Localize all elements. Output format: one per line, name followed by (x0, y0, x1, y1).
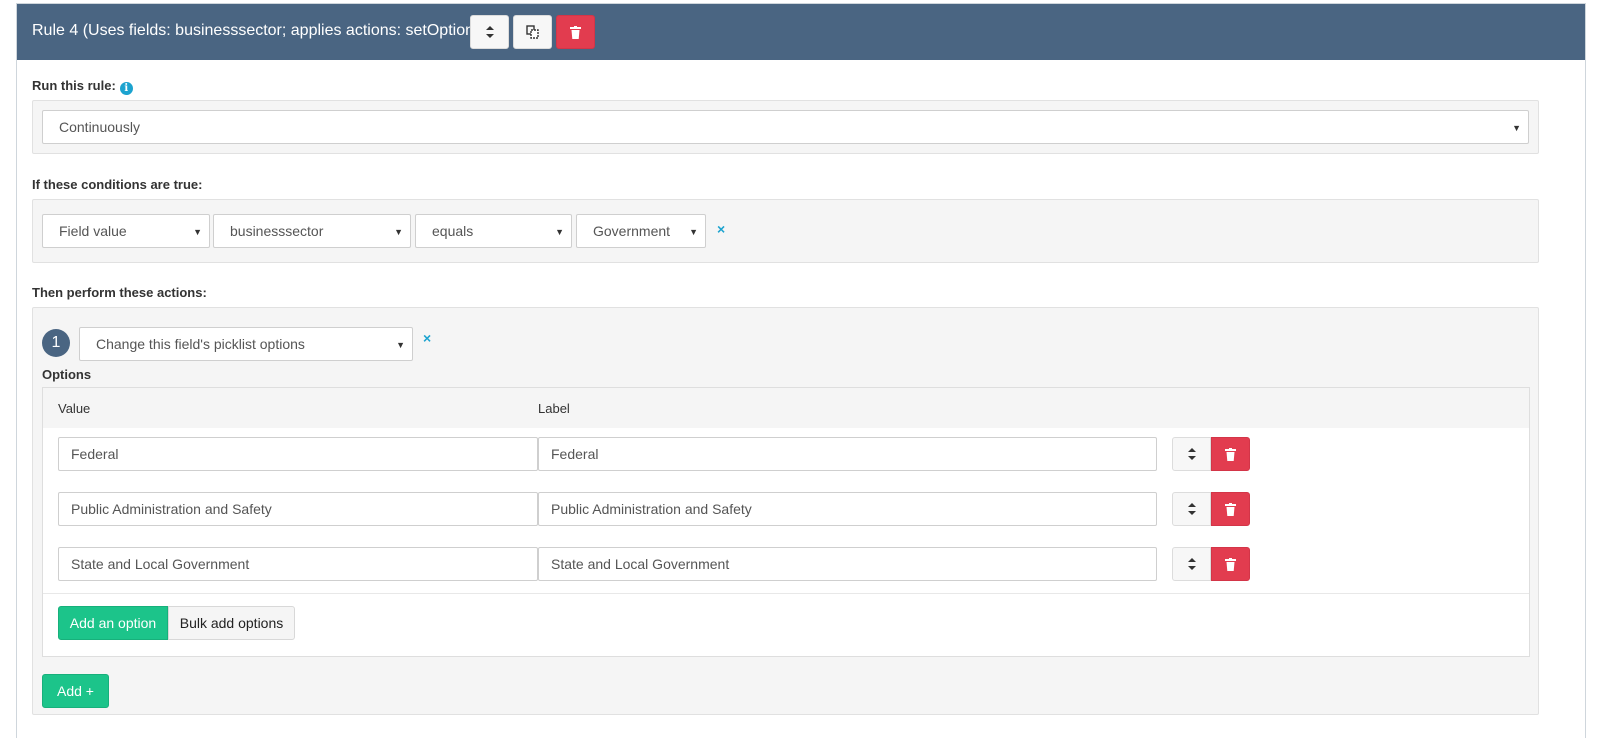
delete-option-button[interactable] (1211, 437, 1250, 471)
sort-icon (485, 26, 494, 38)
duplicate-rule-button[interactable] (513, 15, 552, 49)
trash-icon (1225, 502, 1236, 516)
options-table-header: Value Label (43, 388, 1529, 428)
reorder-option-button[interactable] (1172, 547, 1211, 581)
option-value-input[interactable]: State and Local Government (58, 547, 538, 581)
option-value-input[interactable]: Public Administration and Safety (58, 492, 538, 526)
rule-header: Rule 4 (Uses fields: businesssector; app… (17, 4, 1585, 60)
conditions-well: Field value ▼ businesssector ▼ equals ▼ … (32, 199, 1539, 263)
caret-down-icon: ▼ (689, 227, 698, 237)
caret-down-icon: ▼ (1512, 123, 1521, 133)
reorder-option-button[interactable] (1172, 437, 1211, 471)
rule-title: Rule 4 (Uses fields: businesssector; app… (32, 22, 488, 39)
table-row: State and Local Government State and Loc… (43, 538, 1529, 594)
table-row: Federal Federal (43, 428, 1529, 484)
column-header-value: Value (58, 401, 91, 416)
option-label-input[interactable]: Public Administration and Safety (538, 492, 1157, 526)
run-frequency-value: Continuously (59, 119, 140, 135)
condition-operator-select[interactable]: equals ▼ (415, 214, 572, 248)
scrollbar[interactable] (1586, 0, 1602, 738)
sort-icon (1187, 448, 1196, 460)
delete-option-button[interactable] (1211, 492, 1250, 526)
reorder-rule-button[interactable] (470, 15, 509, 49)
condition-field-value: businesssector (230, 223, 324, 239)
add-action-button[interactable]: Add + (42, 674, 109, 708)
trash-icon (570, 25, 581, 39)
caret-down-icon: ▼ (394, 227, 403, 237)
actions-well: 1 Change this field's picklist options ▼… (32, 307, 1539, 715)
options-table: Value Label Federal Federal Public Admin… (42, 387, 1530, 657)
condition-operator-value: equals (432, 223, 474, 239)
caret-down-icon: ▼ (396, 340, 405, 350)
info-icon[interactable]: i (119, 82, 133, 95)
condition-value-select[interactable]: Government ▼ (576, 214, 706, 248)
remove-action-icon[interactable]: × (423, 330, 431, 346)
options-label: Options (42, 367, 92, 382)
run-rule-label-text: Run this rule: (32, 78, 116, 93)
condition-type-value: Field value (59, 223, 127, 239)
action-type-select[interactable]: Change this field's picklist options ▼ (79, 327, 413, 361)
trash-icon (1225, 447, 1236, 461)
copy-icon (526, 25, 539, 39)
table-row: Public Administration and Safety Public … (43, 483, 1529, 539)
option-label-input[interactable]: State and Local Government (538, 547, 1157, 581)
conditions-label: If these conditions are true: (32, 177, 203, 192)
reorder-option-button[interactable] (1172, 492, 1211, 526)
option-label-input[interactable]: Federal (538, 437, 1157, 471)
condition-type-select[interactable]: Field value ▼ (42, 214, 210, 248)
action-type-value: Change this field's picklist options (96, 336, 305, 352)
sort-icon (1187, 558, 1196, 570)
rule-panel: Rule 4 (Uses fields: businesssector; app… (16, 3, 1586, 738)
column-header-label: Label (538, 401, 570, 416)
condition-field-select[interactable]: businesssector ▼ (213, 214, 411, 248)
condition-value-value: Government (593, 223, 671, 239)
bulk-add-options-button[interactable]: Bulk add options (168, 606, 295, 640)
caret-down-icon: ▼ (193, 227, 202, 237)
run-frequency-select[interactable]: Continuously ▼ (42, 110, 1529, 144)
delete-option-button[interactable] (1211, 547, 1250, 581)
run-rule-label: Run this rule: i (32, 78, 133, 95)
actions-label: Then perform these actions: (32, 285, 207, 300)
step-number-badge: 1 (42, 329, 70, 357)
option-value-input[interactable]: Federal (58, 437, 538, 471)
sort-icon (1187, 503, 1196, 515)
trash-icon (1225, 557, 1236, 571)
caret-down-icon: ▼ (555, 227, 564, 237)
add-option-button[interactable]: Add an option (58, 606, 168, 640)
delete-rule-button[interactable] (556, 15, 595, 49)
run-rule-well: Continuously ▼ (32, 100, 1539, 154)
remove-condition-icon[interactable]: × (717, 221, 725, 237)
